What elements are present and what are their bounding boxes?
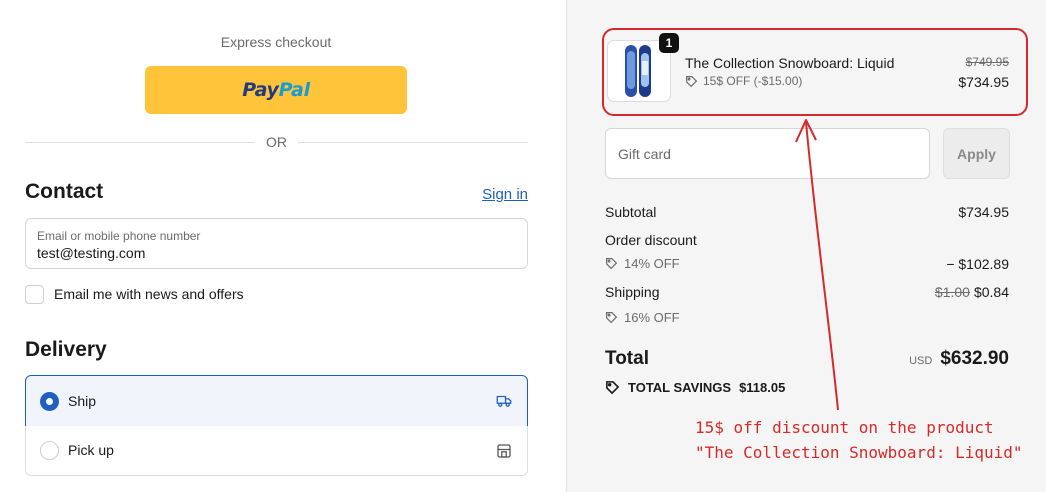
currency-code: USD: [909, 355, 933, 367]
delivery-option-ship[interactable]: Ship: [25, 375, 528, 427]
order-discount-value: − $102.89: [946, 256, 1009, 272]
email-field-value[interactable]: test@testing.com: [37, 245, 145, 261]
total-savings: TOTAL SAVINGS $118.05: [605, 380, 785, 395]
savings-value: $118.05: [739, 380, 786, 395]
subtotal-value: $734.95: [958, 204, 1009, 220]
delivery-option-pickup[interactable]: Pick up: [25, 426, 528, 476]
paypal-logo-pay: Pay: [242, 79, 279, 101]
ship-label: Ship: [68, 393, 97, 409]
newsletter-label: Email me with news and offers: [54, 286, 244, 302]
shipping-discount-code: 16% OFF: [605, 310, 680, 325]
annotation-highlight-box: [602, 28, 1028, 116]
ship-radio[interactable]: [40, 392, 59, 411]
total-label: Total: [605, 348, 649, 369]
divider-line: [298, 142, 528, 143]
subtotal-label: Subtotal: [605, 204, 657, 220]
order-discount-code: 14% OFF: [605, 256, 680, 271]
savings-label: TOTAL SAVINGS: [628, 380, 732, 395]
gift-card-input[interactable]: [605, 128, 930, 179]
email-field[interactable]: Email or mobile phone number test@testin…: [25, 218, 528, 269]
shipping-value: $0.84: [973, 284, 1009, 300]
sign-in-link[interactable]: Sign in: [482, 186, 528, 203]
shipping-old-price: $1.00: [934, 284, 970, 300]
annotation-line-2: "The Collection Snowboard: Liquid": [695, 443, 1023, 462]
shipping-discount-text: 16% OFF: [624, 310, 680, 325]
annotation-note: 15$ off discount on the product "The Col…: [695, 415, 1040, 465]
newsletter-option[interactable]: Email me with news and offers: [25, 284, 244, 304]
apply-button[interactable]: Apply: [943, 128, 1010, 179]
pickup-label: Pick up: [68, 442, 114, 458]
total-value: $632.90: [940, 348, 1009, 369]
delivery-heading: Delivery: [25, 338, 107, 361]
tag-icon: [606, 312, 618, 324]
shipping-label: Shipping: [605, 284, 660, 300]
order-discount-label: Order discount: [605, 232, 697, 248]
paypal-button[interactable]: Pay Pal: [145, 66, 407, 114]
pickup-radio[interactable]: [40, 441, 59, 460]
annotation-line-1: 15$ off discount on the product: [695, 418, 994, 437]
or-divider: OR: [25, 133, 528, 151]
email-field-label: Email or mobile phone number: [37, 229, 201, 243]
paypal-logo-pal: Pal: [278, 79, 310, 101]
store-icon: [497, 444, 511, 458]
contact-heading: Contact: [25, 180, 104, 203]
checkout-main-pane: Express checkout Pay Pal OR Contact Sign …: [0, 0, 566, 492]
truck-icon: [496, 395, 512, 407]
tag-icon: [606, 258, 618, 270]
total-amount: USD $632.90: [909, 348, 1009, 370]
express-checkout-title: Express checkout: [220, 34, 332, 50]
tag-icon: [606, 381, 620, 395]
newsletter-checkbox[interactable]: [25, 284, 44, 304]
order-discount-code-text: 14% OFF: [624, 256, 680, 271]
shipping-value-group: $1.00 $0.84: [935, 284, 1009, 300]
